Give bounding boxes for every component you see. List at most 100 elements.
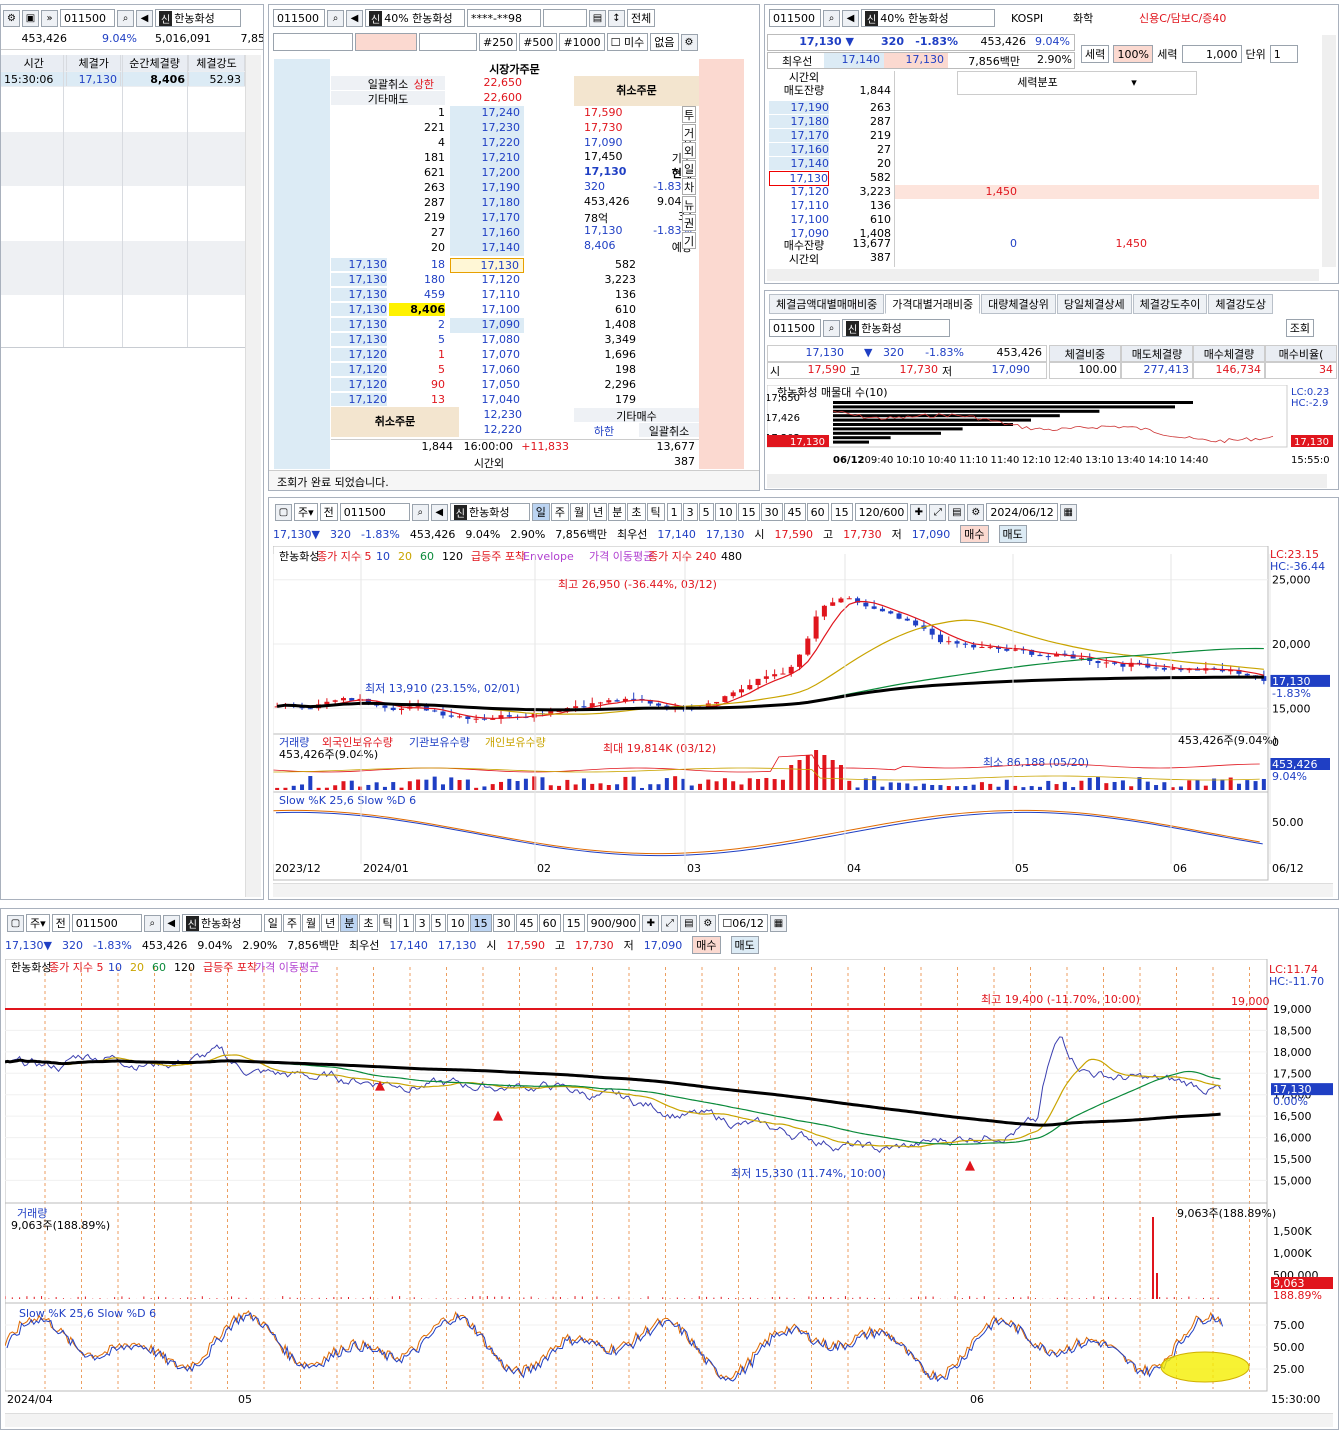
ask-price[interactable]: 17,190 bbox=[450, 181, 524, 196]
minute-scrollbar[interactable] bbox=[5, 1413, 1333, 1427]
bid-price[interactable]: 17,040 bbox=[450, 393, 524, 408]
btn-daily.periods-3[interactable]: 년 bbox=[589, 503, 608, 521]
tool-icon[interactable]: ⤢ bbox=[929, 503, 947, 521]
gear-icon[interactable]: ⚙ bbox=[3, 9, 20, 27]
btn-minute.periods-2[interactable]: 월 bbox=[302, 914, 321, 932]
btn-daily.periods-2[interactable]: 월 bbox=[570, 503, 589, 521]
speaker-icon[interactable]: ◀ bbox=[842, 9, 859, 27]
tool-icon[interactable]: ⤢ bbox=[661, 914, 679, 932]
count-input[interactable]: 900/900 bbox=[586, 914, 641, 932]
password-input[interactable] bbox=[543, 9, 587, 27]
speaker-icon[interactable]: ◀ bbox=[346, 9, 363, 27]
expand-icon[interactable]: » bbox=[41, 9, 58, 27]
btn-minute.periods-0[interactable]: 일 bbox=[263, 914, 282, 932]
sell-button[interactable]: 매도 bbox=[730, 936, 759, 954]
side-tab[interactable]: 외 bbox=[682, 142, 696, 159]
search-icon[interactable]: ⌕ bbox=[823, 319, 840, 337]
gear-icon[interactable]: ⚙ bbox=[699, 914, 717, 932]
btn-daily.nums-0[interactable]: 1 bbox=[666, 503, 682, 521]
save-icon[interactable]: ▤ bbox=[589, 9, 606, 27]
ask-price[interactable]: 17,140 bbox=[450, 241, 524, 256]
bid-price[interactable]: 17,060 bbox=[450, 363, 524, 378]
cancel-all-button-2[interactable]: 일괄취소 bbox=[639, 423, 699, 438]
price-input[interactable] bbox=[355, 33, 417, 51]
bid-price[interactable]: 17,070 bbox=[450, 348, 524, 363]
tab-3[interactable]: 당일체결상세 bbox=[1056, 294, 1132, 314]
code-input[interactable]: 011500 bbox=[273, 9, 325, 27]
side-tab[interactable]: 권 bbox=[682, 214, 696, 231]
window-icon[interactable]: ▢ bbox=[275, 503, 292, 521]
date-input[interactable]: 2024/06/12 bbox=[986, 503, 1058, 521]
side-tab[interactable]: 투 bbox=[682, 106, 696, 123]
search-icon[interactable]: ⌕ bbox=[117, 9, 134, 27]
calendar-icon[interactable]: ▦ bbox=[1059, 503, 1077, 521]
ask-price[interactable]: 17,220 bbox=[450, 136, 524, 151]
side-tab[interactable]: 차 bbox=[682, 178, 696, 195]
amount-input[interactable] bbox=[273, 33, 353, 51]
code-input[interactable]: 011500 bbox=[71, 914, 142, 932]
bid-price[interactable]: 17,120 bbox=[450, 273, 524, 288]
btn-minute.periods-3[interactable]: 년 bbox=[321, 914, 340, 932]
account-input[interactable]: ****-**98 bbox=[467, 9, 541, 27]
btn-daily.periods-5[interactable]: 초 bbox=[627, 503, 646, 521]
gear-icon[interactable]: ⚙ bbox=[967, 503, 985, 521]
speaker-icon[interactable]: ◀ bbox=[136, 9, 153, 27]
prev-button[interactable]: 전 bbox=[51, 914, 70, 932]
query-button[interactable]: 조회 bbox=[1285, 319, 1314, 337]
stock-name[interactable]: 신 한농화성 bbox=[449, 503, 530, 521]
bid-price[interactable]: 17,050 bbox=[450, 378, 524, 393]
code-input[interactable]: 011500 bbox=[60, 9, 115, 27]
btn-minute.periods-6[interactable]: 틱 bbox=[378, 914, 397, 932]
btn-minute.periods-4[interactable]: 분 bbox=[340, 914, 359, 932]
btn-daily.periods-4[interactable]: 분 bbox=[608, 503, 627, 521]
tab-0[interactable]: 체결금액대별매매비중 bbox=[769, 294, 885, 314]
all-button[interactable]: 전체 bbox=[627, 9, 656, 27]
tab-4[interactable]: 체결강도추이 bbox=[1132, 294, 1208, 314]
stock-name[interactable]: 신 한농화성 bbox=[181, 914, 262, 932]
tab-1[interactable]: 가격대별거래비중 bbox=[885, 294, 981, 314]
btn-minute.nums-1[interactable]: 3 bbox=[414, 914, 430, 932]
btn-minute.periods-5[interactable]: 초 bbox=[359, 914, 378, 932]
crosshair-icon[interactable]: ✚ bbox=[642, 914, 660, 932]
tab-2[interactable]: 대량체결상위 bbox=[981, 294, 1056, 314]
lock-icon[interactable]: ▣ bbox=[22, 9, 39, 27]
type-select[interactable]: 주▾ bbox=[26, 914, 50, 932]
btn-minute.nums-2[interactable]: 5 bbox=[430, 914, 446, 932]
btn-daily.nums-7[interactable]: 60 bbox=[806, 503, 829, 521]
side-tab[interactable]: 기 bbox=[682, 232, 696, 249]
ask-price[interactable]: 17,170 bbox=[450, 211, 524, 226]
ask-price[interactable]: 17,210 bbox=[450, 151, 524, 166]
sell-button[interactable]: 매도 bbox=[998, 525, 1027, 543]
btn-minute.nums-3[interactable]: 10 bbox=[446, 914, 469, 932]
buy-button[interactable]: 매수 bbox=[960, 525, 989, 543]
mis-checkbox[interactable]: ☐ 미수 bbox=[606, 33, 649, 51]
btn-minute.nums-5[interactable]: 30 bbox=[492, 914, 515, 932]
cancel-order-button-2[interactable]: 취소주문 bbox=[331, 407, 459, 437]
search-icon[interactable]: ⌕ bbox=[143, 914, 161, 932]
btn-daily.periods-6[interactable]: 틱 bbox=[646, 503, 665, 521]
force-button[interactable]: 세력 bbox=[1081, 45, 1110, 63]
btn-minute.nums-0[interactable]: 1 bbox=[398, 914, 414, 932]
gear-icon[interactable]: ⚙ bbox=[680, 33, 698, 51]
calendar-icon[interactable]: ▦ bbox=[769, 914, 787, 932]
dist-select[interactable]: 세력분포 ▾ bbox=[957, 71, 1197, 95]
prev-button[interactable]: 전 bbox=[319, 503, 338, 521]
none-select[interactable]: 없음 bbox=[650, 33, 679, 51]
btn-daily.periods-0[interactable]: 일 bbox=[531, 503, 550, 521]
tab-5[interactable]: 체결강도상 bbox=[1208, 294, 1273, 314]
bid-price[interactable]: 17,080 bbox=[450, 333, 524, 348]
ask-price[interactable]: 17,230 bbox=[450, 121, 524, 136]
ask-price[interactable]: 17,160 bbox=[450, 226, 524, 241]
bid-price[interactable]: 17,100 bbox=[450, 303, 524, 318]
ask-price[interactable]: 17,200 bbox=[450, 166, 524, 181]
etc-sell-button[interactable]: 기타매도 bbox=[331, 91, 445, 106]
window-icon[interactable]: ▢ bbox=[7, 914, 24, 932]
etc-buy-button[interactable]: 기타매수 bbox=[574, 408, 699, 423]
btn-minute.nums-7[interactable]: 60 bbox=[538, 914, 561, 932]
date-checkbox[interactable]: ☐ 06/12 bbox=[718, 914, 768, 932]
bid-price[interactable]: 17,130 bbox=[450, 258, 524, 273]
btn-minute.nums-6[interactable]: 45 bbox=[515, 914, 538, 932]
btn-daily.nums-6[interactable]: 45 bbox=[783, 503, 806, 521]
stock-name[interactable]: 신 한농화성 bbox=[842, 319, 950, 337]
btn-daily.nums-4[interactable]: 15 bbox=[737, 503, 760, 521]
